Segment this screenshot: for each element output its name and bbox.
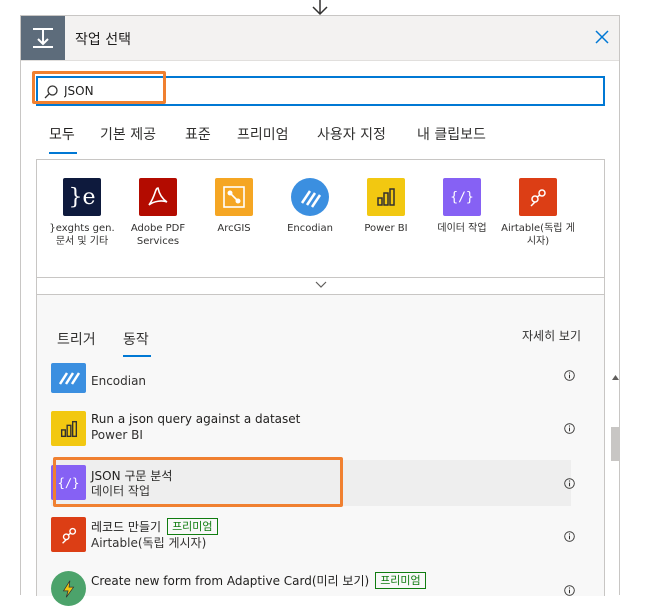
- chevron-down-icon: [315, 281, 327, 288]
- connector-arcgis[interactable]: ArcGIS: [197, 178, 271, 235]
- action-title: 레코드 만들기: [91, 520, 162, 534]
- import-action-icon: [21, 16, 65, 60]
- action-subtitle: Encodian: [91, 374, 147, 388]
- premium-badge: 프리미엄: [375, 572, 426, 589]
- search-icon: [44, 85, 58, 99]
- action-title-row: Create new form from Adaptive Card(미리 보기…: [91, 572, 426, 589]
- adaptive-card-logo-icon: [51, 571, 86, 606]
- info-icon[interactable]: [564, 531, 575, 542]
- tab-custom[interactable]: 사용자 지정: [317, 124, 386, 144]
- scroll-up-arrow-icon[interactable]: [612, 375, 619, 380]
- adobe-pdf-logo-icon: [139, 178, 177, 216]
- airtable-logo-icon: [519, 178, 557, 216]
- search-input[interactable]: [64, 82, 584, 100]
- actions-panel: 트리거 동작 자세히 보기 Encodian Run a json query …: [36, 295, 619, 606]
- choose-action-dialog: 작업 선택 모두 기본 제공 표준 프리미엄 사용자 지정 내 클립보드 }e …: [20, 15, 620, 606]
- encodian-flowr-logo-icon: }e: [63, 178, 101, 216]
- connector-label: }exghts gen. 문서 및 기타: [49, 223, 115, 247]
- connector-encodian-flowr[interactable]: }e }exghts gen. 문서 및 기타: [45, 178, 119, 248]
- airtable-logo-icon: [51, 517, 86, 552]
- info-icon[interactable]: [564, 478, 575, 489]
- action-subtitle: 데이터 작업: [91, 484, 151, 498]
- tab-actions[interactable]: 동작: [123, 329, 149, 349]
- power-bi-logo-icon: [51, 411, 86, 446]
- connector-label: Adobe PDF Services: [130, 223, 186, 247]
- encodian-logo-icon: [291, 178, 329, 216]
- dialog-header: 작업 선택: [21, 16, 619, 61]
- scrollbar-thumb[interactable]: [611, 427, 619, 461]
- search-box: [36, 76, 605, 106]
- see-more-link[interactable]: 자세히 보기: [522, 327, 581, 344]
- action-title: Run a json query against a dataset: [91, 412, 301, 426]
- connector-label: Airtable(독립 게시자): [501, 223, 575, 247]
- info-icon[interactable]: [564, 370, 575, 381]
- connector-data-operation[interactable]: {∕} 데이터 작업: [425, 178, 499, 235]
- active-tab-indicator: [123, 355, 151, 357]
- action-subtitle: Power BI: [91, 428, 143, 442]
- connector-encodian[interactable]: Encodian: [273, 178, 347, 235]
- tab-triggers[interactable]: 트리거: [57, 329, 96, 349]
- action-item-create-form-adaptive-card[interactable]: Create new form from Adaptive Card(미리 보기…: [51, 567, 571, 609]
- encodian-logo-icon: [51, 363, 86, 393]
- action-item-power-bi-query[interactable]: Run a json query against a dataset Power…: [51, 407, 571, 449]
- tab-my-clipboard[interactable]: 내 클립보드: [417, 124, 486, 144]
- action-item-parse-json[interactable]: {∕} JSON 구문 분석 데이터 작업: [51, 460, 571, 506]
- data-operation-logo-icon: {∕}: [51, 465, 86, 500]
- info-icon[interactable]: [564, 423, 575, 434]
- close-icon[interactable]: [593, 28, 611, 46]
- power-bi-logo-icon: [367, 178, 405, 216]
- premium-badge: 프리미엄: [167, 518, 218, 535]
- data-operation-logo-icon: {∕}: [443, 178, 481, 216]
- tab-built-in[interactable]: 기본 제공: [100, 124, 156, 144]
- connector-grid: }e }exghts gen. 문서 및 기타 Adobe PDF Servic…: [36, 159, 605, 278]
- connector-power-bi[interactable]: Power BI: [349, 178, 423, 235]
- dialog-title: 작업 선택: [75, 32, 131, 48]
- tab-standard[interactable]: 표준: [185, 124, 211, 144]
- tab-all[interactable]: 모두: [49, 124, 75, 144]
- tab-premium[interactable]: 프리미엄: [237, 124, 289, 144]
- action-item-encodian[interactable]: Encodian: [51, 361, 571, 403]
- action-title: Create new form from Adaptive Card(미리 보기…: [91, 574, 370, 588]
- flow-arrow-icon: [312, 0, 328, 16]
- collapse-connectors-button[interactable]: [36, 278, 605, 295]
- action-title-row: 레코드 만들기 프리미엄: [91, 518, 218, 535]
- arcgis-logo-icon: [215, 178, 253, 216]
- active-tab-indicator: [49, 152, 77, 154]
- action-subtitle: Airtable(독립 게시자): [91, 536, 207, 550]
- info-icon[interactable]: [564, 585, 575, 596]
- connector-adobe-pdf[interactable]: Adobe PDF Services: [121, 178, 195, 248]
- connector-label: Encodian: [287, 223, 333, 234]
- results-scrollbar[interactable]: [609, 369, 621, 596]
- connector-label: ArcGIS: [217, 223, 251, 234]
- connector-airtable[interactable]: Airtable(독립 게시자): [501, 178, 575, 248]
- connector-label: 데이터 작업: [437, 223, 487, 234]
- connector-label: Power BI: [364, 223, 408, 234]
- action-item-create-record[interactable]: 레코드 만들기 프리미엄 Airtable(독립 게시자): [51, 513, 571, 555]
